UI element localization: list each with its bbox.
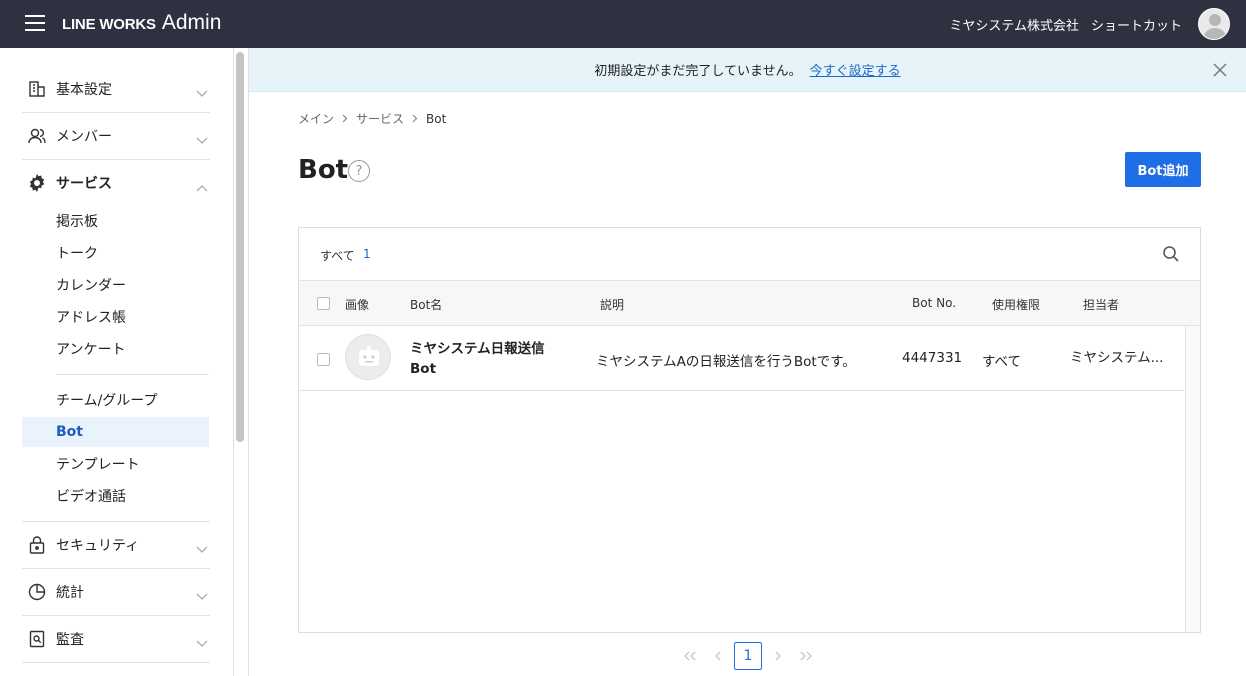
sidebar-border [248, 48, 249, 676]
breadcrumb-current: Bot [426, 111, 447, 126]
bot-number: 4447331 [902, 350, 963, 366]
prev-page-icon[interactable] [704, 642, 732, 670]
gear-icon [26, 172, 48, 194]
chevron-right-icon [342, 112, 348, 126]
column-description: 説明 [600, 298, 625, 312]
select-all-checkbox[interactable] [317, 297, 330, 310]
page-number-button[interactable]: 1 [734, 642, 762, 670]
sidebar-item-video-call[interactable]: ビデオ通話 [22, 481, 209, 511]
table-header: 画像 Bot名 説明 Bot No. 使用権限 担当者 [299, 281, 1200, 326]
sidebar-section-service[interactable]: サービス [22, 160, 210, 206]
sidebar-item-template[interactable]: テンプレート [22, 449, 209, 479]
bot-name-line2: Bot [410, 361, 437, 377]
banner-message: 初期設定がまだ完了していません。 [594, 64, 802, 79]
bot-list-panel: すべて 1 画像 Bot名 説明 Bot No. 使用権限 担当者 ミヤシステム… [298, 227, 1201, 633]
sidebar-divider [22, 662, 210, 663]
sidebar-item-talk[interactable]: トーク [22, 238, 209, 268]
breadcrumb: メイン サービス Bot [298, 110, 446, 127]
column-bot-no[interactable]: Bot No. [912, 296, 956, 310]
audit-icon [26, 628, 48, 650]
setup-now-link[interactable]: 今すぐ設定する [810, 60, 901, 79]
user-avatar[interactable] [1198, 8, 1230, 40]
chevron-right-icon [412, 112, 418, 126]
sidebar-scrollbar[interactable] [236, 52, 244, 442]
app-logo[interactable]: LINE WORKS Admin [62, 11, 221, 35]
breadcrumb-service[interactable]: サービス [356, 110, 404, 127]
bot-manager: ミヤシステム... [1070, 350, 1164, 366]
lock-icon [26, 534, 48, 556]
column-manager: 担当者 [1083, 298, 1120, 312]
chevron-up-icon [196, 177, 208, 196]
sidebar-section-label: メンバー [56, 129, 112, 145]
row-checkbox[interactable] [317, 353, 330, 366]
next-page-icon[interactable] [764, 642, 792, 670]
first-page-icon[interactable] [676, 642, 704, 670]
sidebar-item-board[interactable]: 掲示板 [22, 206, 209, 236]
members-icon [26, 125, 48, 147]
bot-description: ミヤシステムAの日報送信を行うBotです。 [596, 354, 856, 370]
column-image: 画像 [345, 298, 370, 312]
list-toolbar: すべて 1 [299, 228, 1200, 281]
sidebar-section-label: 統計 [56, 585, 84, 601]
logo-product: Admin [161, 11, 222, 34]
column-permission: 使用権限 [992, 298, 1041, 312]
sidebar-item-bot[interactable]: Bot [22, 417, 209, 447]
sidebar-section-audit[interactable]: 監査 [22, 616, 210, 662]
logo-brand: LINE WORKS [62, 16, 156, 33]
sidebar-item-survey[interactable]: アンケート [22, 334, 209, 364]
sidebar-section-members[interactable]: メンバー [22, 113, 210, 159]
sidebar-section-label: 監査 [56, 632, 84, 648]
sidebar-item-calendar[interactable]: カレンダー [22, 270, 209, 300]
top-header: LINE WORKS Admin ミヤシステム株式会社 ショートカット [0, 0, 1246, 48]
setup-notice-banner: 初期設定がまだ完了していません。 今すぐ設定する [249, 48, 1246, 92]
sidebar-section-basic[interactable]: 基本設定 [22, 66, 210, 112]
bot-avatar [345, 334, 391, 380]
count-value: 1 [363, 247, 371, 261]
pie-chart-icon [26, 581, 48, 603]
chevron-down-icon [196, 586, 208, 605]
table-row[interactable]: ミヤシステム日報送信 Bot ミヤシステムAの日報送信を行うBotです。 444… [299, 326, 1185, 391]
sidebar-section-label: サービス [56, 176, 112, 192]
sidebar-section-statistics[interactable]: 統計 [22, 569, 210, 615]
chevron-down-icon [196, 130, 208, 149]
sidebar-item-addressbook[interactable]: アドレス帳 [22, 302, 209, 332]
last-page-icon[interactable] [792, 642, 820, 670]
chevron-down-icon [196, 539, 208, 558]
bot-name[interactable]: ミヤシステム日報送信 Bot [410, 339, 545, 379]
column-bot-name[interactable]: Bot名 [410, 296, 442, 313]
count-label: すべて [320, 249, 355, 263]
sidebar-section-label: 基本設定 [56, 82, 112, 98]
building-icon [26, 78, 48, 100]
company-name: ミヤシステム株式会社 [949, 18, 1079, 34]
pagination: 1 [676, 642, 820, 670]
shortcut-button[interactable]: ショートカット [1091, 15, 1182, 34]
table-scrollbar[interactable] [1185, 326, 1200, 632]
page-title: Bot [298, 155, 349, 185]
add-bot-button[interactable]: Bot追加 [1125, 152, 1201, 187]
sidebar-section-label: セキュリティ [56, 538, 140, 554]
chevron-down-icon [196, 83, 208, 102]
search-icon[interactable] [1162, 245, 1180, 267]
chevron-down-icon [196, 633, 208, 652]
bot-name-line1: ミヤシステム日報送信 [410, 341, 545, 357]
help-icon[interactable]: ? [348, 160, 370, 182]
sidebar-item-team-group[interactable]: チーム/グループ [22, 385, 209, 415]
breadcrumb-main[interactable]: メイン [298, 110, 334, 127]
bot-icon [359, 346, 379, 366]
menu-icon[interactable] [25, 15, 45, 31]
bot-permission: すべて [982, 354, 1022, 370]
sidebar-subdivider [56, 374, 209, 375]
sidebar-section-security[interactable]: セキュリティ [22, 522, 210, 568]
close-icon[interactable] [1212, 62, 1228, 78]
